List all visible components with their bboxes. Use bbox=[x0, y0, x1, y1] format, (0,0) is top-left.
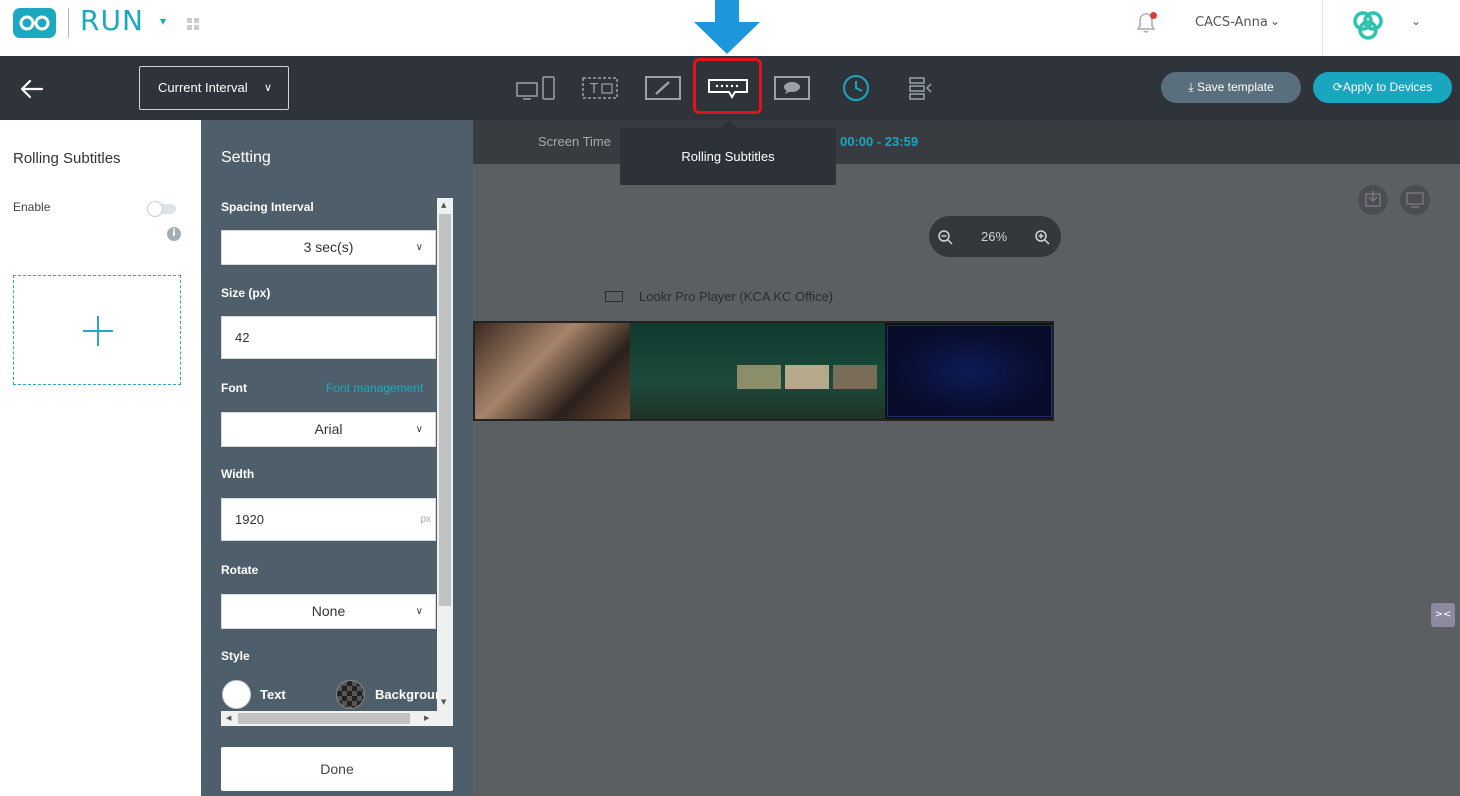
edit-board-icon[interactable] bbox=[641, 66, 685, 110]
chevron-down-icon[interactable]: ⌄ bbox=[1411, 14, 1421, 28]
interval-label: Current Interval bbox=[158, 80, 248, 95]
back-arrow-icon[interactable] bbox=[20, 79, 44, 99]
video-panel bbox=[887, 325, 1052, 417]
zoom-in-icon[interactable] bbox=[1034, 229, 1050, 245]
toggle-knob bbox=[147, 201, 163, 217]
food-thumb bbox=[833, 365, 877, 389]
import-icon[interactable] bbox=[1358, 185, 1388, 215]
zoom-value: 26% bbox=[981, 229, 1008, 244]
scrollbar-thumb[interactable] bbox=[439, 214, 451, 606]
size-label: Size (px) bbox=[221, 286, 271, 300]
preview-canvas: Screen Time 00:00 - 23:59 26% Lookr Pro … bbox=[473, 120, 1460, 796]
enable-toggle[interactable] bbox=[147, 201, 176, 217]
font-label: Font bbox=[221, 381, 247, 395]
font-value: Arial bbox=[314, 421, 343, 437]
scroll-right-icon[interactable]: ▶ bbox=[424, 714, 429, 722]
editor-toolbar: Current Interval ∨ T ⤓ Save template ⟳Ap… bbox=[0, 56, 1460, 120]
user-name[interactable]: CACS-Anna bbox=[1195, 15, 1268, 30]
scroll-down-icon[interactable]: ▼ bbox=[441, 698, 446, 706]
save-template-button[interactable]: ⤓ Save template bbox=[1161, 72, 1301, 103]
font-select[interactable]: Arial ∨ bbox=[221, 412, 436, 447]
collapse-panel-icon[interactable]: >< bbox=[1431, 603, 1455, 627]
drinks-image bbox=[475, 323, 630, 419]
interval-dropdown[interactable]: Current Interval ∨ bbox=[139, 66, 289, 110]
display-device-icon[interactable] bbox=[514, 66, 558, 110]
enable-label: Enable bbox=[13, 200, 51, 214]
spacing-interval-label: Spacing Interval bbox=[221, 200, 314, 214]
zoom-out-icon[interactable] bbox=[937, 229, 953, 245]
width-unit: px bbox=[420, 514, 431, 525]
app-name[interactable]: RUN bbox=[80, 4, 144, 37]
app-logo[interactable] bbox=[13, 8, 56, 38]
app-grid-icon[interactable] bbox=[187, 18, 199, 30]
width-label: Width bbox=[221, 467, 255, 481]
chevron-down-icon: ∨ bbox=[415, 606, 423, 617]
chevron-down-icon: ∨ bbox=[415, 424, 423, 435]
info-icon[interactable]: i bbox=[167, 227, 181, 241]
save-template-label: Save template bbox=[1196, 80, 1274, 94]
vertical-scrollbar[interactable]: ▲ ▼ bbox=[437, 198, 453, 711]
horizontal-scrollbar[interactable]: ◀ ▶ bbox=[221, 711, 453, 726]
rotate-value: None bbox=[311, 603, 346, 619]
svg-text:T: T bbox=[589, 82, 598, 97]
spacing-interval-select[interactable]: 3 sec(s) ∨ bbox=[221, 230, 436, 265]
done-button[interactable]: Done bbox=[221, 747, 453, 791]
align-tool-icon[interactable] bbox=[898, 66, 942, 110]
apply-to-devices-button[interactable]: ⟳Apply to Devices bbox=[1313, 72, 1452, 103]
panel-title: Rolling Subtitles bbox=[13, 150, 121, 167]
style-label: Style bbox=[221, 649, 250, 663]
spacing-interval-value: 3 sec(s) bbox=[303, 239, 354, 255]
tooltip-arrow bbox=[721, 120, 737, 128]
background-color-swatch[interactable] bbox=[336, 680, 365, 709]
add-subtitle-button[interactable] bbox=[13, 275, 181, 385]
chevron-down-icon: ∨ bbox=[415, 242, 423, 253]
down-arrow-indicator bbox=[694, 0, 760, 54]
scrollbar-thumb[interactable] bbox=[238, 713, 410, 724]
scroll-up-icon[interactable]: ▲ bbox=[441, 201, 446, 209]
clock-icon[interactable] bbox=[834, 66, 878, 110]
notification-badge bbox=[1150, 12, 1157, 19]
font-management-link[interactable]: Font management bbox=[326, 381, 423, 395]
brand-rings-icon[interactable] bbox=[1348, 6, 1388, 46]
left-panel: Rolling Subtitles Enable i bbox=[0, 120, 201, 796]
rotate-label: Rotate bbox=[221, 563, 259, 577]
food-thumb bbox=[785, 365, 829, 389]
logo-divider bbox=[68, 8, 69, 38]
screen-preview[interactable] bbox=[473, 321, 1054, 421]
zoom-control: 26% bbox=[929, 216, 1061, 257]
food-thumb bbox=[737, 365, 781, 389]
active-tool-highlight bbox=[693, 58, 762, 114]
tooltip: Rolling Subtitles bbox=[620, 128, 836, 185]
screen-time-label: Screen Time bbox=[538, 134, 611, 149]
width-value: 1920 bbox=[235, 512, 264, 527]
scroll-left-icon[interactable]: ◀ bbox=[226, 714, 231, 722]
chevron-down-icon[interactable]: ⌄ bbox=[1270, 14, 1280, 28]
sync-icon: ⟳ bbox=[1332, 80, 1343, 94]
setting-panel: Setting Spacing Interval 3 sec(s) ∨ Size… bbox=[201, 120, 473, 796]
message-bubble-icon[interactable] bbox=[770, 66, 814, 110]
screen-time-value: 00:00 - 23:59 bbox=[840, 134, 919, 149]
text-color-swatch[interactable] bbox=[222, 680, 251, 709]
caret-down-icon[interactable]: ▾ bbox=[160, 14, 166, 28]
top-bar: RUN ▾ CACS-Anna ⌄ ⌄ bbox=[0, 0, 1460, 56]
player-device-icon bbox=[605, 291, 623, 302]
rotate-select[interactable]: None ∨ bbox=[221, 594, 436, 629]
width-input[interactable]: 1920 px bbox=[221, 498, 436, 541]
screen-icon[interactable] bbox=[1400, 185, 1430, 215]
apply-to-devices-label: Apply to Devices bbox=[1342, 80, 1433, 94]
topbar-divider bbox=[1322, 0, 1323, 56]
text-box-icon[interactable]: T bbox=[578, 66, 622, 110]
plus-icon-stroke bbox=[97, 316, 99, 346]
player-name: Lookr Pro Player (KCA KC Office) bbox=[639, 289, 834, 304]
size-input[interactable]: 42 bbox=[221, 316, 436, 359]
text-color-label: Text bbox=[260, 687, 286, 702]
setting-scroll-area[interactable]: Spacing Interval 3 sec(s) ∨ Size (px) 42… bbox=[201, 120, 453, 726]
chevron-down-icon: ∨ bbox=[263, 82, 272, 94]
download-icon: ⤓ bbox=[1188, 80, 1197, 94]
infinity-icon bbox=[19, 15, 50, 31]
